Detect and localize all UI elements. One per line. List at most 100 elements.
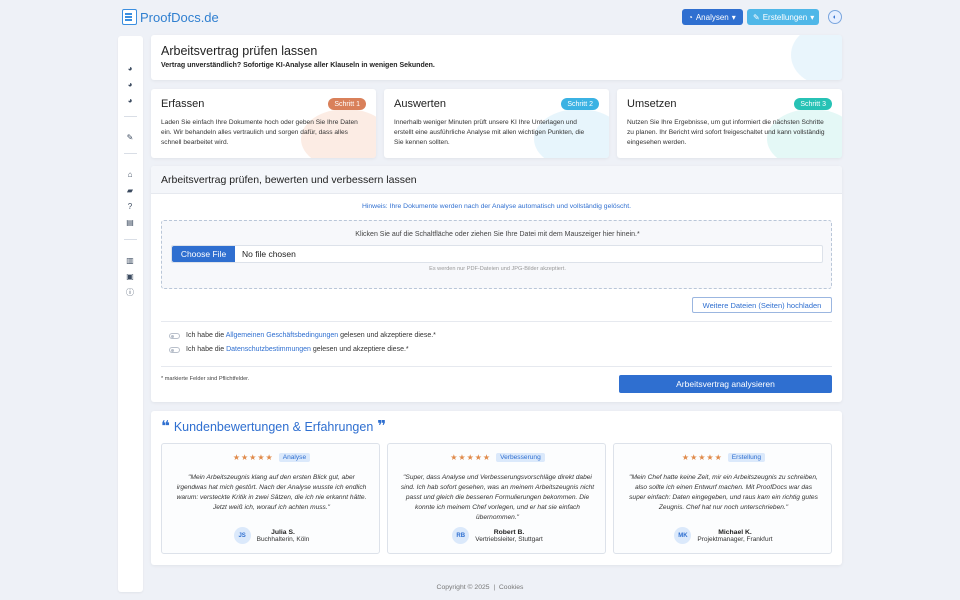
chevron-down-icon: ▾ xyxy=(731,12,736,22)
upload-form: Arbeitsvertrag prüfen, bewerten und verb… xyxy=(151,166,842,402)
privacy-consent-row: Ich habe die Datenschutzbestimmungen gel… xyxy=(169,346,409,353)
author-name: Julia S. xyxy=(271,528,295,536)
review-author: RB Robert B. Vertriebsleiter, Stuttgart xyxy=(388,527,607,544)
page-header: Arbeitsvertrag prüfen lassen Vertrag unv… xyxy=(151,35,842,80)
review-card: ★★★★★ Analyse "Mein Arbeitszeugnis klang… xyxy=(161,443,380,554)
info-icon[interactable]: ⓘ xyxy=(125,287,135,297)
cookies-link[interactable]: Cookies xyxy=(499,584,524,591)
file-input[interactable]: Choose File No file chosen xyxy=(171,245,823,263)
required-fields-note: * markierte Felder sind Pflichtfelder. xyxy=(161,376,250,382)
step-title: Umsetzen xyxy=(627,98,677,110)
review-header: ★★★★★ Verbesserung xyxy=(388,453,607,462)
author-info: Robert B. Vertriebsleiter, Stuttgart xyxy=(475,529,543,543)
divider xyxy=(161,321,832,322)
review-tag: Verbesserung xyxy=(496,453,545,462)
footer: Copyright © 2025 | Cookies xyxy=(0,584,960,591)
quote-open-icon: ❝ xyxy=(161,418,170,435)
author-role: Projektmanager, Frankfurt xyxy=(697,535,773,543)
review-text: "Mein Chef hatte keine Zeit, mir ein Arb… xyxy=(629,474,818,511)
author-name: Robert B. xyxy=(493,528,525,536)
review-author: JS Julia S. Buchhalterin, Köln xyxy=(162,527,381,544)
sidebar-divider xyxy=(124,153,137,154)
edit-document-icon[interactable]: ✎ xyxy=(125,132,135,142)
agb-link[interactable]: Allgemeinen Geschäftsbedingungen xyxy=(226,332,338,339)
page-subtitle: Vertrag unverständlich? Sofortige KI-Ana… xyxy=(161,62,435,69)
star-rating-icon: ★★★★★ xyxy=(232,453,274,462)
page-title: Arbeitsvertrag prüfen lassen xyxy=(161,44,318,58)
upload-title: Arbeitsvertrag prüfen, bewerten und verb… xyxy=(161,174,417,186)
author-role: Vertriebsleiter, Stuttgart xyxy=(475,535,543,543)
document-logo-icon xyxy=(122,9,137,25)
server-icon[interactable]: ▥ xyxy=(125,255,135,265)
analyze-submit-button[interactable]: Arbeitsvertrag analysieren xyxy=(619,375,832,393)
file-drop-zone[interactable]: Klicken Sie auf die Schaltfläche oder zi… xyxy=(161,220,832,289)
consent-pre: Ich habe die xyxy=(186,332,225,339)
reviews-section: ❝ Kundenbewertungen & Erfahrungen ❞ ★★★★… xyxy=(151,411,842,565)
divider xyxy=(161,366,832,367)
consent-pre: Ich habe die xyxy=(186,346,225,353)
author-info: Julia S. Buchhalterin, Köln xyxy=(257,529,310,543)
step-text: Innerhalb weniger Minuten prüft unsere K… xyxy=(394,119,585,147)
step-badge: Schritt 3 xyxy=(794,98,832,110)
privacy-consent-text: Ich habe die Datenschutzbestimmungen gel… xyxy=(186,346,409,353)
analysen-label: Analysen xyxy=(695,12,729,22)
agb-toggle[interactable] xyxy=(169,332,180,339)
privacy-toggle[interactable] xyxy=(169,346,180,353)
review-text: "Super, dass Analyse und Verbesserungsvo… xyxy=(400,474,595,521)
review-card: ★★★★★ Erstellung "Mein Chef hatte keine … xyxy=(613,443,832,554)
no-file-label: No file chosen xyxy=(242,249,296,259)
review-header: ★★★★★ Erstellung xyxy=(614,453,833,462)
review-tag: Erstellung xyxy=(727,453,766,462)
pie-chart-icon[interactable]: ◕ xyxy=(125,63,135,73)
consent-post: gelesen und akzeptiere diese.* xyxy=(340,332,436,339)
step-card-3: Umsetzen Schritt 3 Nutzen Sie Ihre Ergeb… xyxy=(617,89,842,158)
choose-file-button[interactable]: Choose File xyxy=(172,246,235,262)
pie-chart-icon[interactable]: ◕ xyxy=(125,79,135,89)
review-author: MK Michael K. Projektmanager, Frankfurt xyxy=(614,527,833,544)
id-card-icon[interactable]: ▤ xyxy=(125,217,135,227)
erstellungen-dropdown-button[interactable]: ✎ Erstellungen ▾ xyxy=(747,9,819,25)
pie-chart-icon[interactable]: ◕ xyxy=(125,95,135,105)
avatar: MK xyxy=(674,527,692,544)
step-text: Laden Sie einfach Ihre Dokumente hoch od… xyxy=(161,119,358,147)
deletion-hint: Hinweis: Ihre Dokumente werden nach der … xyxy=(361,203,631,210)
logo[interactable]: ProofDocs.de xyxy=(122,9,219,25)
step-title: Auswerten xyxy=(394,98,446,110)
chart-icon: ◔ xyxy=(688,12,693,22)
step-badge: Schritt 1 xyxy=(328,98,366,110)
sidebar: ◕ ◕ ◕ ✎ ⌂ ▰ ? ▤ ▥ ▣ ⓘ xyxy=(118,36,143,592)
step-card-2: Auswerten Schritt 2 Innerhalb weniger Mi… xyxy=(384,89,609,158)
step-text: Nutzen Sie Ihre Ergebnisse, um gut infor… xyxy=(627,119,825,147)
home-icon[interactable]: ⌂ xyxy=(125,169,135,179)
agb-consent-text: Ich habe die Allgemeinen Geschäftsbeding… xyxy=(186,332,436,339)
accepted-formats-note: Es werden nur PDF-Dateien und JPG-Bilder… xyxy=(429,266,566,272)
privacy-link[interactable]: Datenschutzbestimmungen xyxy=(226,346,311,353)
lock-icon[interactable]: ▣ xyxy=(125,271,135,281)
analysen-dropdown-button[interactable]: ◔ Analysen ▾ xyxy=(682,9,743,25)
theme-toggle-icon[interactable]: ◐ xyxy=(828,10,842,24)
chat-icon[interactable]: ▰ xyxy=(125,185,135,195)
star-rating-icon: ★★★★★ xyxy=(681,453,723,462)
quote-close-icon: ❞ xyxy=(377,418,387,435)
avatar: RB xyxy=(452,527,470,544)
review-header: ★★★★★ Analyse xyxy=(162,453,381,462)
top-bar: ProofDocs.de ◔ Analysen ▾ ✎ Erstellungen… xyxy=(0,0,960,34)
step-title: Erfassen xyxy=(161,98,205,110)
star-rating-icon: ★★★★★ xyxy=(450,453,492,462)
author-info: Michael K. Projektmanager, Frankfurt xyxy=(697,529,772,543)
erstellungen-label: Erstellungen xyxy=(762,12,808,22)
step-card-1: Erfassen Schritt 1 Laden Sie einfach Ihr… xyxy=(151,89,376,158)
author-role: Buchhalterin, Köln xyxy=(256,535,310,543)
help-icon[interactable]: ? xyxy=(125,201,135,211)
drop-instructions: Klicken Sie auf die Schaltfläche oder zi… xyxy=(355,231,640,238)
upload-header: Arbeitsvertrag prüfen, bewerten und verb… xyxy=(151,166,842,194)
review-tag: Analyse xyxy=(278,453,311,462)
edit-document-icon: ✎ xyxy=(753,12,760,22)
footer-separator: | xyxy=(493,584,496,591)
sidebar-divider xyxy=(124,116,137,117)
brand-name: ProofDocs.de xyxy=(140,9,219,25)
reviews-title: Kundenbewertungen & Erfahrungen xyxy=(173,419,374,434)
upload-more-files-button[interactable]: Weitere Dateien (Seiten) hochladen xyxy=(692,297,832,313)
step-badge: Schritt 2 xyxy=(561,98,599,110)
author-name: Michael K. xyxy=(718,528,752,536)
